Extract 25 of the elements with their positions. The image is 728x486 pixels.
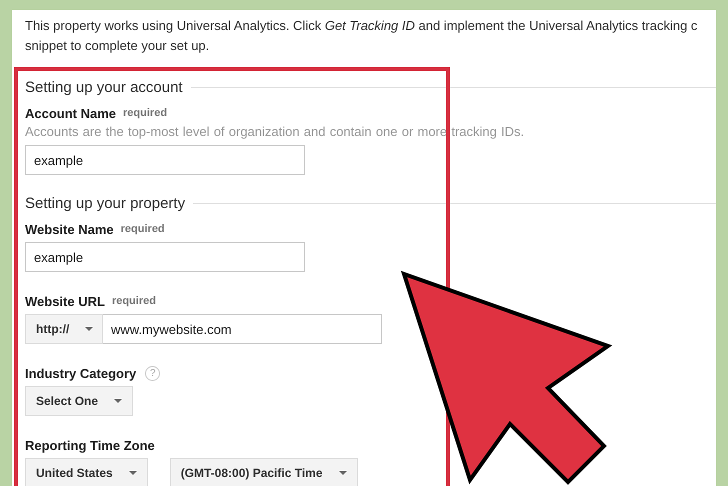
required-note: required: [112, 295, 156, 307]
select-dropdown[interactable]: (GMT-08:00) Pacific Time: [170, 458, 358, 486]
field-label: Website URL: [25, 294, 105, 308]
caret-icon: [338, 471, 347, 475]
section-heading: Setting up your property: [25, 195, 186, 212]
caret-icon: [114, 399, 122, 403]
field-label: Website Name: [25, 222, 114, 236]
text-field[interactable]: example: [25, 145, 305, 175]
select-dropdown[interactable]: United States: [25, 458, 148, 486]
field-label: Reporting Time Zone: [25, 438, 155, 452]
caret-icon: [128, 471, 137, 475]
help-icon: ?: [145, 366, 160, 380]
field-label: Account Name: [25, 106, 116, 120]
intro-text: snippet to complete your set up.: [24, 37, 210, 55]
required-note: required: [120, 223, 165, 235]
caret-icon: [85, 327, 94, 331]
field-label: Industry Category: [25, 366, 136, 380]
section-heading: Setting up your account: [25, 79, 183, 96]
select-dropdown[interactable]: Select One: [25, 386, 134, 416]
url-field[interactable]: www.mywebsite.com: [103, 314, 382, 344]
intro-text: This property works using Universal Analytics. Click Get Tracking ID and implement the Universal Analytics tracking c: [24, 17, 698, 35]
protocol-dropdown[interactable]: http://: [25, 314, 103, 344]
text-field[interactable]: example: [25, 242, 305, 272]
required-note: required: [123, 107, 168, 119]
field-description: Accounts are the top-most level of organization and contain one or more tracking IDs.: [25, 124, 526, 139]
